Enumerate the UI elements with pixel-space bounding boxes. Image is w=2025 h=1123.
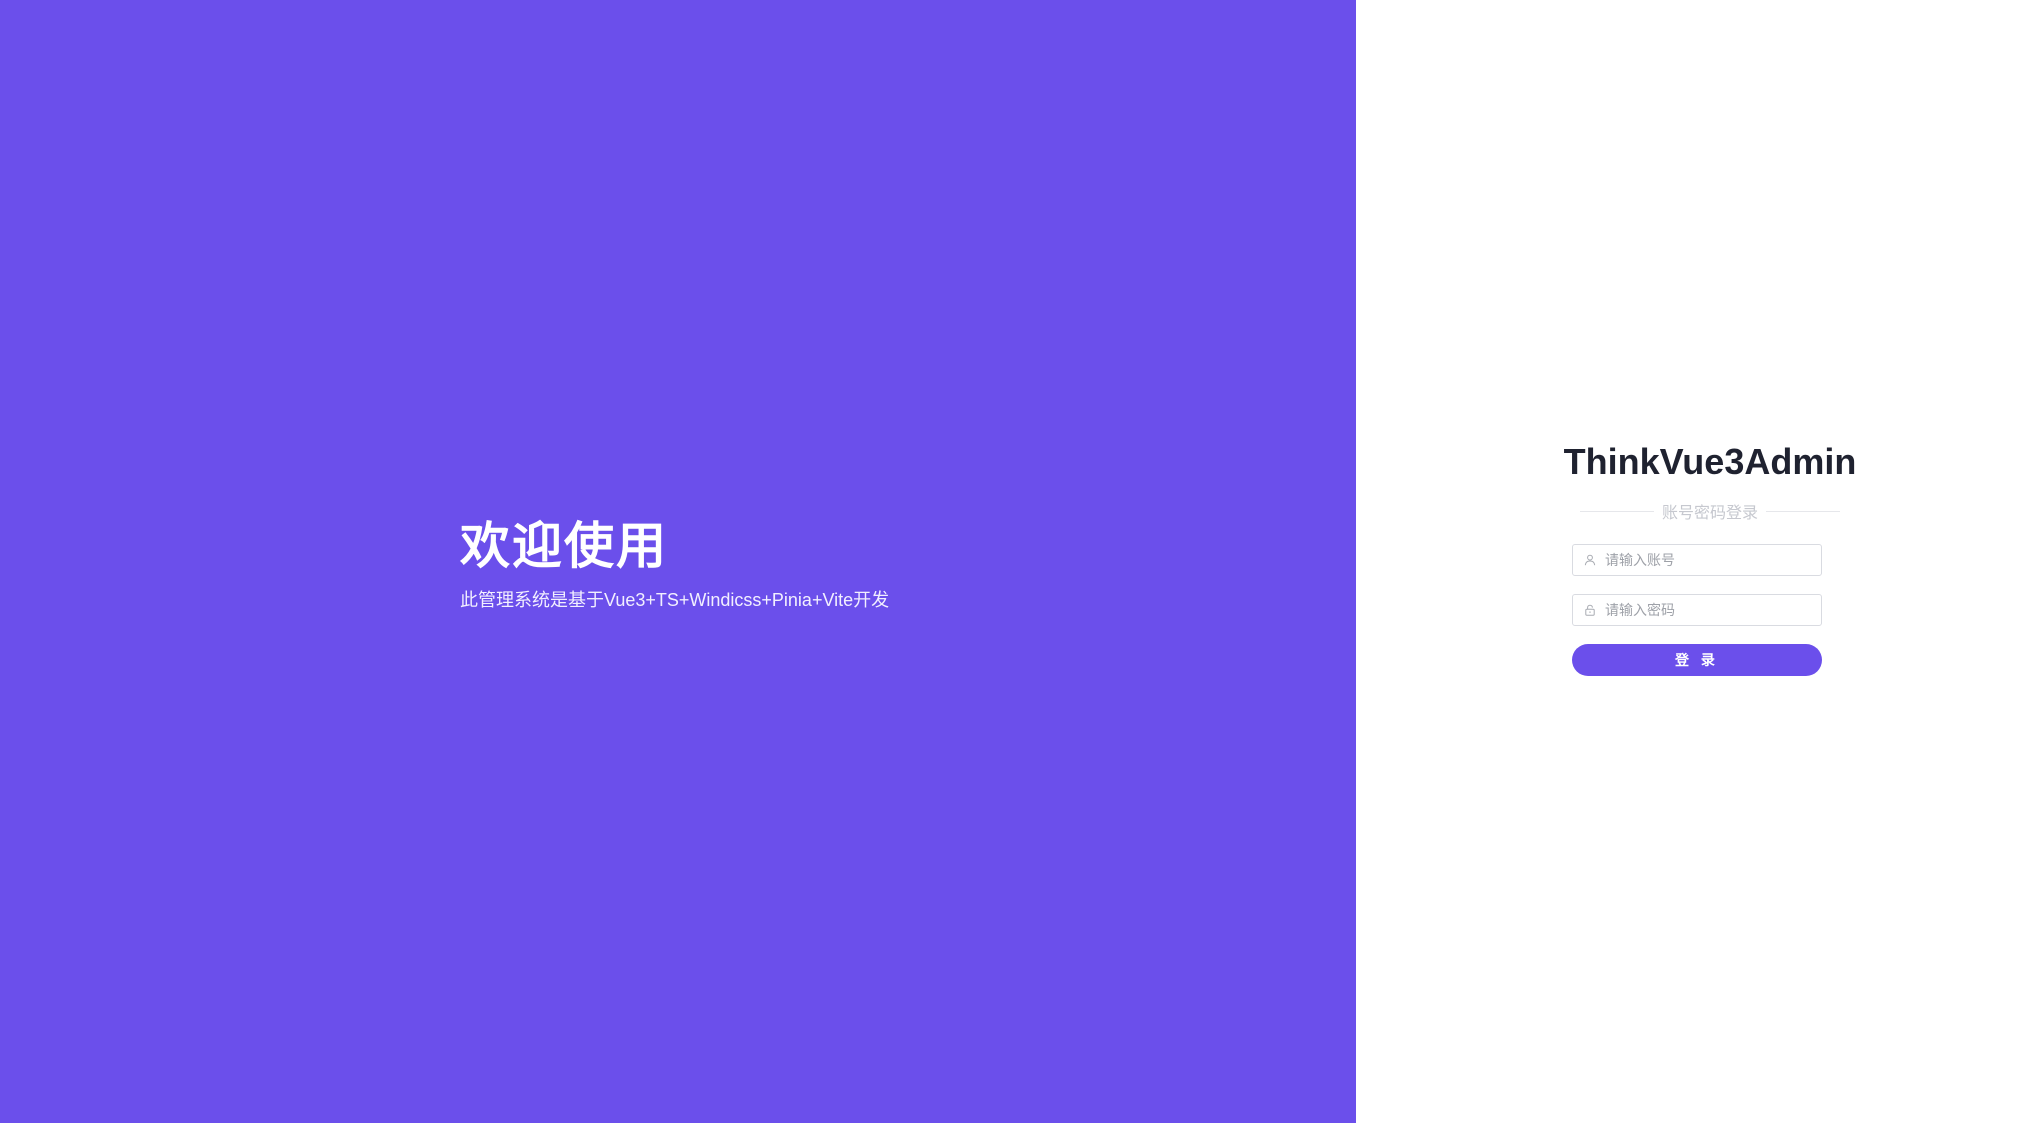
account-input[interactable]	[1605, 546, 1805, 574]
welcome-subtitle: 此管理系统是基于Vue3+TS+Windicss+Pinia+Vite开发	[460, 590, 890, 610]
account-field[interactable]	[1572, 544, 1822, 576]
lock-icon	[1583, 603, 1597, 617]
app-title: ThinkVue3Admin	[1563, 441, 1857, 482]
login-method-divider: 账号密码登录	[1572, 500, 1848, 522]
user-icon	[1583, 553, 1597, 567]
login-page: 欢迎使用 此管理系统是基于Vue3+TS+Windicss+Pinia+Vite…	[0, 0, 2025, 1123]
welcome-block: 欢迎使用 此管理系统是基于Vue3+TS+Windicss+Pinia+Vite…	[460, 515, 889, 613]
welcome-panel: 欢迎使用 此管理系统是基于Vue3+TS+Windicss+Pinia+Vite…	[0, 0, 1356, 1123]
password-field[interactable]	[1572, 594, 1822, 626]
login-panel: ThinkVue3Admin 账号密码登录 请输入账号 登 录	[1356, 0, 2025, 1123]
login-button[interactable]: 登 录	[1572, 644, 1822, 676]
divider-line-right	[1766, 510, 1841, 512]
welcome-title: 欢迎使用	[460, 518, 668, 574]
divider-line-left	[1580, 510, 1654, 512]
password-input[interactable]	[1605, 596, 1805, 624]
login-method-label: 账号密码登录	[1662, 505, 1759, 522]
